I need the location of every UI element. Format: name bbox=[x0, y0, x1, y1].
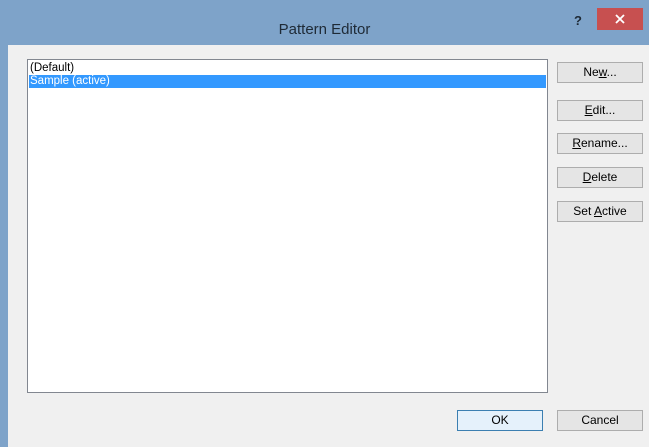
pattern-list[interactable]: (Default) Sample (active) bbox=[27, 59, 548, 393]
help-button[interactable]: ? bbox=[566, 10, 590, 32]
close-icon bbox=[615, 14, 625, 24]
edit-button[interactable]: Edit... bbox=[557, 100, 643, 121]
list-item-default[interactable]: (Default) bbox=[29, 62, 546, 75]
set-active-button[interactable]: Set Active bbox=[557, 201, 643, 222]
rename-button[interactable]: Rename... bbox=[557, 133, 643, 154]
list-item-sample-active[interactable]: Sample (active) bbox=[29, 75, 546, 88]
delete-button[interactable]: Delete bbox=[557, 167, 643, 188]
new-button[interactable]: New... bbox=[557, 62, 643, 83]
title-bar[interactable]: Pattern Editor ? bbox=[0, 0, 649, 45]
pattern-editor-window: Pattern Editor ? (Default) Sample (activ… bbox=[0, 0, 649, 447]
dialog-body: (Default) Sample (active) New... Edit...… bbox=[8, 45, 649, 447]
window-title: Pattern Editor bbox=[278, 21, 371, 38]
cancel-button[interactable]: Cancel bbox=[557, 410, 643, 431]
close-button[interactable] bbox=[597, 8, 643, 30]
ok-button[interactable]: OK bbox=[457, 410, 543, 431]
